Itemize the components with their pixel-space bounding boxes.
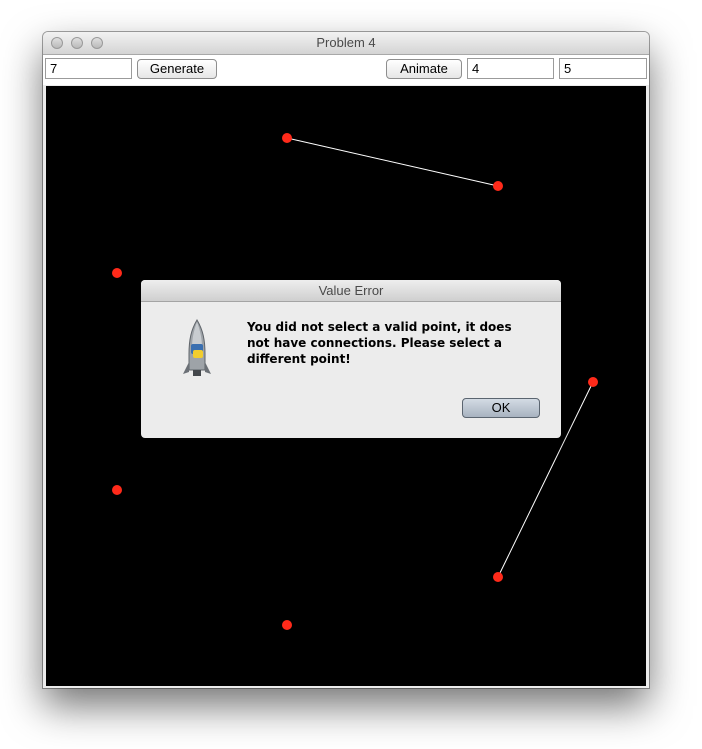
title-bar[interactable]: Problem 4 — [43, 32, 649, 55]
dialog-message: You did not select a valid point, it doe… — [247, 320, 512, 366]
graph-point[interactable] — [588, 377, 598, 387]
graph-point[interactable] — [112, 268, 122, 278]
python-launcher-icon — [183, 319, 211, 376]
graph-point[interactable] — [282, 620, 292, 630]
graph-point[interactable] — [493, 572, 503, 582]
graph-edge — [286, 137, 499, 187]
window-title: Problem 4 — [316, 35, 376, 50]
ok-button[interactable]: OK — [462, 398, 540, 418]
end-point-input[interactable] — [559, 58, 647, 79]
start-point-input[interactable] — [467, 58, 554, 79]
toolbar: Generate Animate — [43, 55, 649, 85]
graph-point[interactable] — [112, 485, 122, 495]
error-dialog: Value Error You did not select a valid p… — [141, 280, 561, 438]
dialog-title: Value Error — [318, 283, 384, 298]
generate-button[interactable]: Generate — [137, 59, 217, 79]
graph-point[interactable] — [493, 181, 503, 191]
graph-point[interactable] — [282, 133, 292, 143]
point-count-input[interactable] — [45, 58, 132, 79]
dialog-title-bar[interactable]: Value Error — [141, 280, 561, 302]
animate-button[interactable]: Animate — [386, 59, 462, 79]
